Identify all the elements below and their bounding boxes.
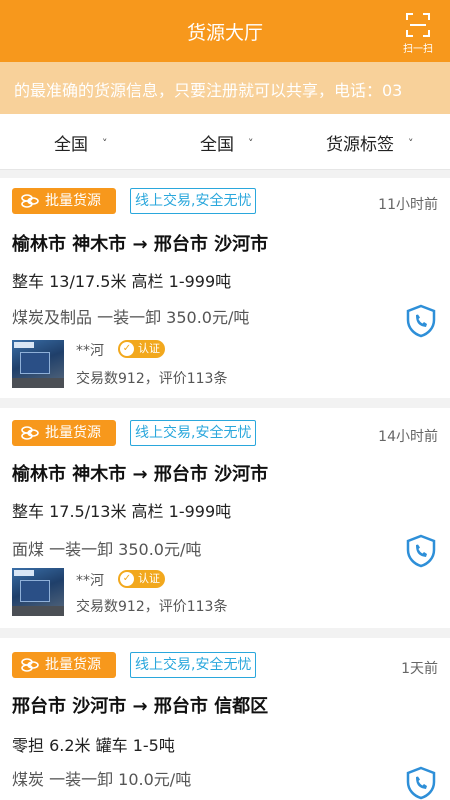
filter-origin-label: 全国 — [54, 135, 88, 155]
filter-bar: 全国 ˅ 全国 ˅ 货源标签 ˅ — [0, 114, 450, 170]
coins-stack-icon — [21, 658, 39, 672]
user-stats: 交易数912，评价113条 — [76, 371, 228, 387]
phone-shield-icon[interactable] — [404, 766, 438, 800]
avatar — [12, 568, 64, 616]
scan-icon — [406, 13, 430, 37]
filter-tag[interactable]: 货源标签 ˅ — [326, 130, 414, 155]
chevron-down-icon: ˅ — [248, 137, 254, 150]
scan-label: 扫一扫 — [403, 44, 433, 55]
vehicle-spec: 零担 6.2米 罐车 1-5吨 — [12, 736, 175, 755]
verified-badge: ✓ 认证 — [118, 340, 165, 358]
batch-badge-label: 批量货源 — [45, 193, 101, 209]
user-name: **河 — [76, 343, 104, 359]
route: 榆林市 神木市 → 邢台市 沙河市 — [12, 464, 269, 485]
avatar — [12, 340, 64, 388]
page-title: 货源大厅 — [186, 22, 263, 44]
batch-badge: 批量货源 — [12, 188, 116, 214]
filter-tag-label: 货源标签 — [326, 135, 394, 155]
safe-trade-tag: 线上交易,安全无忧 — [130, 652, 257, 678]
chevron-down-icon: ˅ — [408, 137, 414, 150]
route: 榆林市 神木市 → 邢台市 沙河市 — [12, 234, 269, 255]
goods-info: 面煤 一装一卸 350.0元/吨 — [12, 540, 202, 559]
batch-badge: 批量货源 — [12, 652, 116, 678]
scan-button[interactable]: 扫一扫 — [398, 12, 438, 55]
notice-text: 的最准确的货源信息，只要注册就可以共享，电话：03 — [14, 81, 403, 100]
cargo-card[interactable]: 批量货源 线上交易,安全无忧 1天前 邢台市 沙河市 → 邢台市 信都区 零担 … — [0, 638, 450, 800]
safe-trade-tag: 线上交易,安全无忧 — [130, 420, 257, 446]
post-time: 14小时前 — [378, 429, 438, 445]
filter-destination[interactable]: 全国 ˅ — [200, 130, 254, 155]
goods-info: 煤炭 一装一卸 10.0元/吨 — [12, 770, 192, 789]
cargo-card[interactable]: 批量货源 线上交易,安全无忧 11小时前 榆林市 神木市 → 邢台市 沙河市 整… — [0, 178, 450, 398]
app-header: 货源大厅 扫一扫 — [0, 0, 450, 62]
verified-label: 认证 — [138, 342, 160, 355]
post-time: 11小时前 — [378, 197, 438, 213]
route: 邢台市 沙河市 → 邢台市 信都区 — [12, 696, 269, 717]
cargo-card[interactable]: 批量货源 线上交易,安全无忧 14小时前 榆林市 神木市 → 邢台市 沙河市 整… — [0, 408, 450, 628]
filter-origin[interactable]: 全国 ˅ — [54, 130, 108, 155]
vehicle-spec: 整车 13/17.5米 高栏 1-999吨 — [12, 272, 232, 291]
goods-info: 煤炭及制品 一装一卸 350.0元/吨 — [12, 308, 250, 327]
check-circle-icon: ✓ — [120, 342, 134, 356]
batch-badge: 批量货源 — [12, 420, 116, 446]
coins-stack-icon — [21, 194, 39, 208]
vehicle-spec: 整车 17.5/13米 高栏 1-999吨 — [12, 502, 232, 521]
user-name: **河 — [76, 573, 104, 589]
verified-label: 认证 — [138, 572, 160, 585]
coins-stack-icon — [21, 426, 39, 440]
batch-badge-label: 批量货源 — [45, 657, 101, 673]
safe-trade-tag: 线上交易,安全无忧 — [130, 188, 257, 214]
phone-shield-icon[interactable] — [404, 304, 438, 338]
batch-badge-label: 批量货源 — [45, 425, 101, 441]
notice-bar[interactable]: 的最准确的货源信息，只要注册就可以共享，电话：03 — [0, 62, 450, 114]
filter-destination-label: 全国 — [200, 135, 234, 155]
post-time: 1天前 — [401, 661, 438, 677]
chevron-down-icon: ˅ — [102, 137, 108, 150]
verified-badge: ✓ 认证 — [118, 570, 165, 588]
phone-shield-icon[interactable] — [404, 534, 438, 568]
check-circle-icon: ✓ — [120, 572, 134, 586]
user-stats: 交易数912，评价113条 — [76, 599, 228, 615]
